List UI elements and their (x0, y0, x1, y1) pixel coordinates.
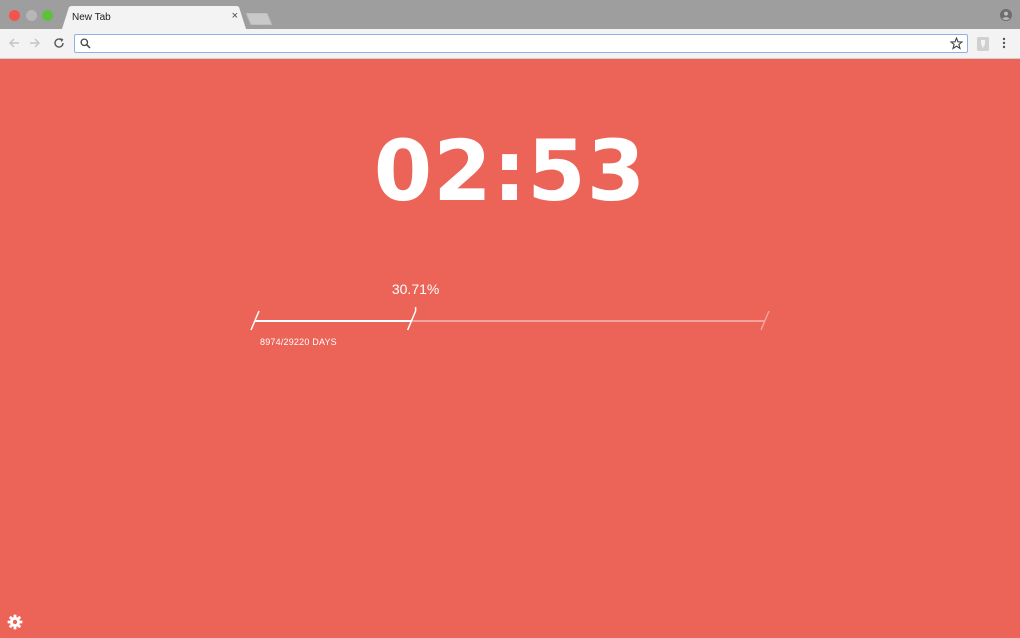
new-tab-button[interactable] (245, 13, 273, 25)
star-icon[interactable] (950, 37, 963, 50)
address-input[interactable] (95, 36, 935, 51)
life-progress-days: 8974/29220 DAYS (260, 337, 337, 347)
window-minimize-button[interactable] (26, 10, 37, 21)
back-icon[interactable] (8, 37, 20, 49)
search-icon (80, 38, 91, 49)
new-tab-page: 02:53 30.71% 8974/29220 DAYS (0, 59, 1020, 638)
tab-close-button[interactable]: × (232, 11, 238, 22)
profile-icon[interactable] (1000, 9, 1012, 21)
clock-time: 02:53 (373, 122, 647, 220)
kebab-menu-icon[interactable] (1002, 37, 1006, 49)
tab-title: New Tab (72, 12, 111, 23)
window-maximize-button[interactable] (42, 10, 53, 21)
title-bar: New Tab × (0, 0, 1020, 29)
forward-icon[interactable] (29, 37, 41, 49)
extension-icon[interactable] (977, 37, 989, 51)
life-progress-bar (250, 307, 770, 331)
window-close-button[interactable] (9, 10, 20, 21)
browser-toolbar (0, 29, 1020, 59)
gear-icon[interactable] (7, 614, 23, 630)
tab-new-tab[interactable]: New Tab × (62, 6, 246, 29)
address-bar[interactable] (74, 34, 968, 53)
life-progress-percent: 30.71% (391, 281, 440, 297)
reload-icon[interactable] (53, 37, 65, 49)
